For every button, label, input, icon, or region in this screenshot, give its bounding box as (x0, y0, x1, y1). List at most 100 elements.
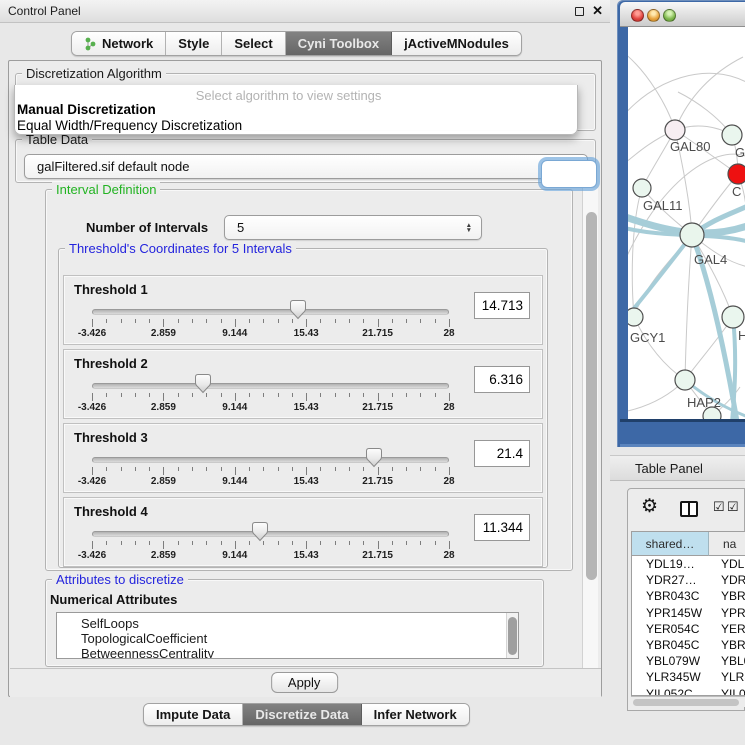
shared-name-cell: YBL079W (632, 653, 709, 669)
columns-icon[interactable] (680, 501, 698, 517)
table-row[interactable]: YIL052CYIL0 (632, 686, 745, 697)
minor-tick (249, 541, 250, 545)
minor-tick (206, 319, 207, 323)
threshold-value-field[interactable]: 14.713 (474, 292, 530, 319)
algorithm-combobox[interactable] (541, 160, 597, 188)
threshold-slider-track[interactable] (92, 309, 449, 315)
numerical-attributes-listbox[interactable]: SelfLoopsTopologicalCoefficientBetweenne… (56, 612, 519, 659)
apply-button[interactable]: Apply (271, 672, 338, 693)
minor-tick (149, 393, 150, 397)
minor-tick (435, 319, 436, 323)
network-node-gal4[interactable] (680, 223, 704, 247)
table-row[interactable]: YDR27…YDR2 (632, 572, 745, 588)
tab-impute-data[interactable]: Impute Data (144, 704, 243, 725)
table-row[interactable]: YBR043CYBR0 (632, 588, 745, 604)
table-row[interactable]: YDL19…YDL1 (632, 556, 745, 572)
attribute-list-item[interactable]: BetweennessCentrality (57, 646, 518, 659)
threshold-slider-track[interactable] (92, 383, 449, 389)
minor-tick (249, 393, 250, 397)
network-node-gal80[interactable] (665, 120, 685, 140)
minor-tick (420, 467, 421, 471)
threshold-slider-track[interactable] (92, 531, 449, 537)
algorithm-option-manual[interactable]: Manual Discretization (17, 102, 156, 117)
table-row[interactable]: YBR045CYBR0 (632, 637, 745, 653)
column-header-shared-name[interactable]: shared… (632, 532, 709, 556)
threshold-slider-thumb[interactable] (252, 522, 268, 542)
column-header-name[interactable]: na (709, 532, 745, 556)
tab-discretize-data[interactable]: Discretize Data (243, 704, 361, 725)
tick-label: 28 (443, 476, 454, 487)
checkbox-checked-icon[interactable]: ☑ (713, 500, 725, 514)
attribute-list-item[interactable]: TopologicalCoefficient (57, 631, 518, 646)
close-icon[interactable]: ✕ (592, 3, 603, 19)
network-node-gcy1[interactable] (628, 308, 643, 326)
listbox-scrollbar[interactable] (506, 613, 518, 658)
tick-label: 15.43 (294, 476, 319, 487)
minor-tick (292, 541, 293, 545)
algorithm-popup-hint: Select algorithm to view settings (196, 88, 382, 103)
minor-tick (292, 393, 293, 397)
attribute-list-item[interactable]: SelfLoops (57, 616, 518, 631)
network-node-hap2[interactable] (675, 370, 695, 390)
threshold-value-field[interactable]: 21.4 (474, 440, 530, 467)
panel-scrollbar-thumb[interactable] (586, 212, 597, 580)
table-row[interactable]: YBL079WYBL0 (632, 653, 745, 669)
threshold-value-field[interactable]: 11.344 (474, 514, 530, 541)
network-node-c[interactable] (728, 164, 745, 184)
tick-label: 28 (443, 550, 454, 561)
minor-tick (335, 467, 336, 471)
tab-infer-network[interactable]: Infer Network (362, 704, 469, 725)
tick-label: 21.715 (362, 328, 393, 339)
network-node-label: GAL4 (694, 252, 727, 267)
network-node-ga[interactable] (722, 125, 742, 145)
close-traffic-light-icon[interactable] (631, 9, 644, 22)
network-canvas[interactable]: GAL80GACGAL11GAL4GCY1HHAP2 (628, 27, 745, 419)
table-row[interactable]: YPR145WYPR1 (632, 605, 745, 621)
table-row[interactable]: YER054CYER0 (632, 621, 745, 637)
tab-style[interactable]: Style (166, 32, 222, 55)
minor-tick (335, 541, 336, 545)
algorithm-option-equal-width[interactable]: Equal Width/Frequency Discretization (17, 118, 242, 133)
shared-name-cell: YER054C (632, 621, 709, 637)
network-node-gal11[interactable] (633, 179, 651, 197)
float-window-icon[interactable] (575, 7, 584, 16)
gear-icon[interactable]: ⚙ (641, 497, 658, 517)
tab-cyni-toolbox[interactable]: Cyni Toolbox (286, 32, 392, 55)
thresholds-group: Threshold's Coordinates for 5 Intervals … (58, 248, 548, 568)
table-row[interactable]: YLR345WYLR3 (632, 669, 745, 685)
table-horizontal-scrollbar-thumb[interactable] (633, 699, 739, 706)
minor-tick (263, 541, 264, 545)
tab-network[interactable]: Network (72, 32, 166, 55)
minor-tick (363, 319, 364, 323)
zoom-traffic-light-icon[interactable] (663, 9, 676, 22)
threshold-slider-thumb[interactable] (195, 374, 211, 394)
panel-scrollbar[interactable] (582, 188, 598, 669)
minor-tick (206, 541, 207, 545)
threshold-value-field[interactable]: 6.316 (474, 366, 530, 393)
threshold-label: Threshold 3 (74, 430, 148, 445)
minor-tick (192, 319, 193, 323)
shared-name-cell: YBR045C (632, 637, 709, 653)
combo-stepper-icon[interactable]: ▲▼ (466, 223, 472, 233)
minor-tick (178, 393, 179, 397)
minor-tick (221, 467, 222, 471)
checkbox-checked-icon[interactable]: ☑ (727, 500, 739, 514)
minor-tick (349, 393, 350, 397)
tab-jactivemnodules[interactable]: jActiveMNodules (392, 32, 521, 55)
table-horizontal-scrollbar[interactable] (631, 696, 745, 707)
tick-label: 2.859 (151, 328, 176, 339)
major-tick (449, 541, 450, 549)
tick-label: 2.859 (151, 476, 176, 487)
threshold-slider-track[interactable] (92, 457, 449, 463)
network-node-h[interactable] (722, 306, 744, 328)
network-node[interactable] (703, 407, 721, 419)
minor-tick (149, 541, 150, 545)
threshold-slider-thumb[interactable] (366, 448, 382, 468)
number-of-intervals-combobox[interactable]: 5 ▲▼ (224, 215, 482, 240)
minimize-traffic-light-icon[interactable] (647, 9, 660, 22)
table-data-combobox[interactable]: galFiltered.sif default node ▲▼ (24, 154, 588, 179)
major-tick (235, 467, 236, 475)
major-tick (163, 541, 164, 549)
tab-select[interactable]: Select (222, 32, 285, 55)
threshold-slider-thumb[interactable] (290, 300, 306, 320)
